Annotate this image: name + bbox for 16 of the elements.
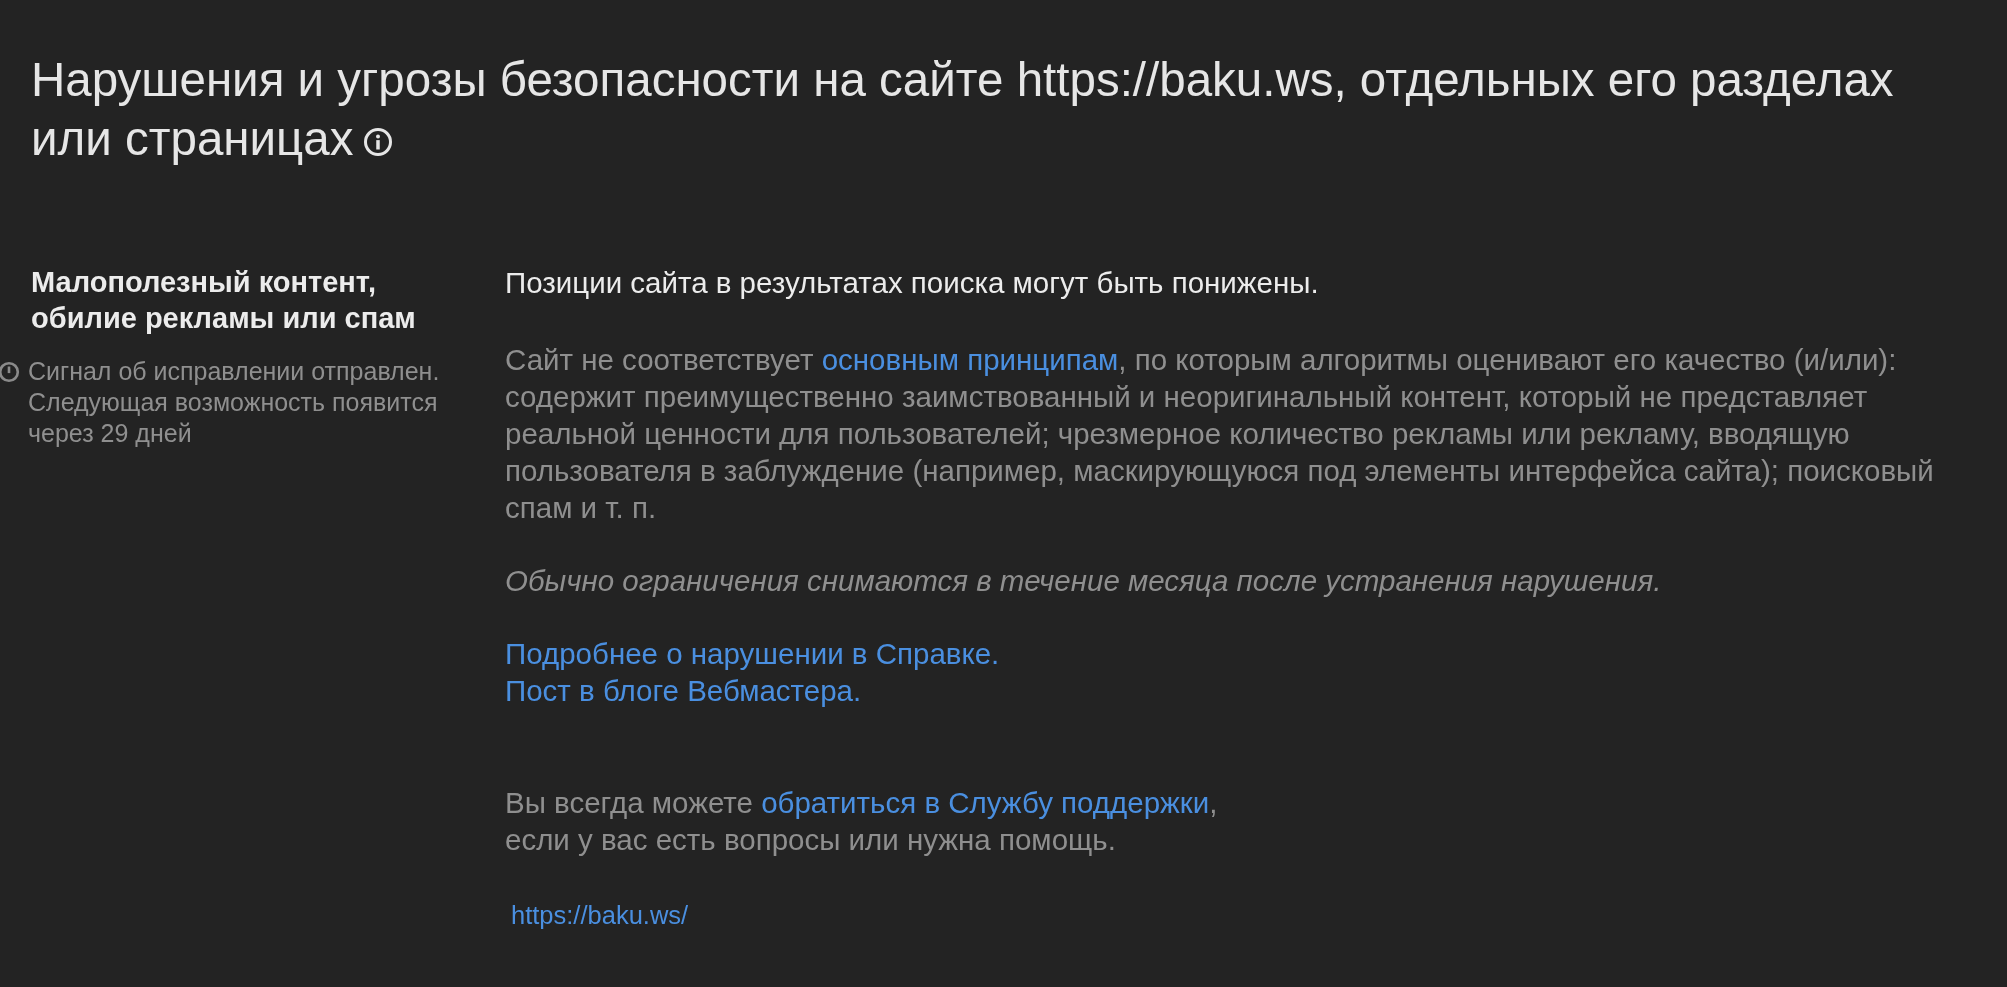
support-text: Вы всегда можете обратиться в Службу поддержки, <box>505 785 1218 821</box>
support-link[interactable]: обратиться в Службу поддержки <box>761 786 1210 819</box>
lead-text: Позиции сайта в результатах поиска могут быть понижены. <box>505 265 1320 301</box>
status-icon <box>0 361 20 383</box>
page-title: или страницах <box>31 111 354 167</box>
support-text: если у вас есть вопросы или нужна помощь. <box>505 822 1116 858</box>
principles-link[interactable]: основным принципам <box>821 343 1119 376</box>
help-link[interactable]: Подробнее о нарушении в Справке. <box>505 635 1000 672</box>
page-title: Нарушения и угрозы безопасности на сайте https://baku.ws, отдельных его разделах <box>31 52 1894 108</box>
status-text: Сигнал об исправлении отправлен. Следующая возможность появится через 29 дней <box>28 356 441 449</box>
violation-heading: Малополезный контент, обилие рекламы или спам <box>31 265 417 336</box>
note-text: Обычно ограничения снимаются в течение месяца после устранения нарушения. <box>505 563 1663 599</box>
help-link[interactable]: Пост в блоге Вебмастера. <box>505 672 862 709</box>
info-icon[interactable] <box>363 126 394 157</box>
description-text: Сайт не соответствует основным принципам, по которым алгоритмы оценивают его качество (и/или): содержит преимущественно заимствованный и неоригинальный контент, который не представляет реальной ценности для пользователей; чрезмерное количество рекламы или рекламу, вводящую пользователя в заблуждение (например, маскирующуюся под элементы интерфейса сайта); поисковый спам и т. п. <box>505 342 1935 526</box>
site-link[interactable]: https://baku.ws/ <box>511 900 689 930</box>
